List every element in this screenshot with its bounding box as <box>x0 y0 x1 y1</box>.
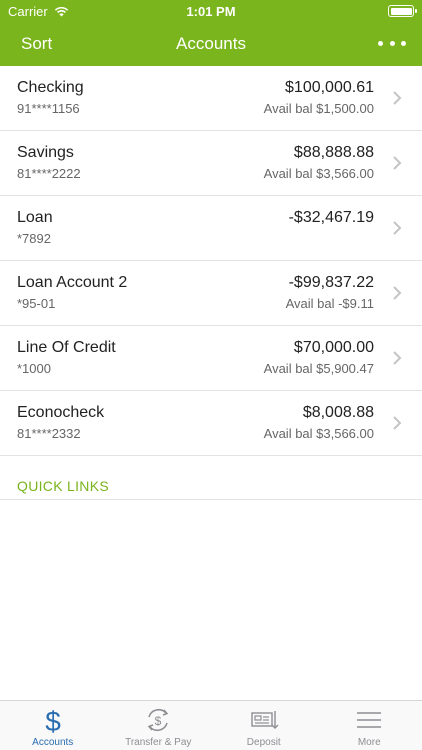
more-options-icon[interactable] <box>378 32 406 54</box>
available-balance: Avail bal $1,500.00 <box>263 101 374 116</box>
transfer-pay-icon: $ <box>147 709 169 731</box>
account-row-savings[interactable]: Savings 81****2222 $88,888.88 Avail bal … <box>0 131 422 196</box>
account-balance: $100,000.61 <box>285 79 374 96</box>
tab-label: Accounts <box>32 737 74 748</box>
account-name: Loan Account 2 <box>17 274 128 291</box>
tab-bar: $ Accounts $ Transfer & Pay Deposit More <box>0 700 422 750</box>
chevron-right-icon <box>393 286 402 300</box>
account-number: 81****2332 <box>17 426 81 441</box>
account-name: Loan <box>17 209 53 226</box>
available-balance: Avail bal $3,566.00 <box>263 426 374 441</box>
chevron-right-icon <box>393 416 402 430</box>
tab-label: More <box>357 737 381 748</box>
tab-accounts[interactable]: $ Accounts <box>0 701 106 750</box>
chevron-right-icon <box>393 91 402 105</box>
header: Carrier 1:01 PM Sort Accounts <box>0 0 422 66</box>
battery-icon <box>388 5 417 17</box>
account-row-loan-account-2[interactable]: Loan Account 2 *95-01 -$99,837.22 Avail … <box>0 261 422 326</box>
tab-label: Transfer & Pay <box>125 737 192 748</box>
status-time: 1:01 PM <box>186 4 236 19</box>
menu-icon <box>357 712 382 728</box>
chevron-right-icon <box>393 351 402 365</box>
account-balance: $8,008.88 <box>302 404 374 421</box>
accounts-list: Checking 91****1156 $100,000.61 Avail ba… <box>0 66 422 456</box>
account-row-econocheck[interactable]: Econocheck 81****2332 $8,008.88 Avail ba… <box>0 391 422 456</box>
tab-more[interactable]: More <box>317 701 422 750</box>
account-name: Checking <box>17 79 84 96</box>
account-row-checking[interactable]: Checking 91****1156 $100,000.61 Avail ba… <box>0 66 422 131</box>
chevron-right-icon <box>393 221 402 235</box>
account-number: 81****2222 <box>17 166 81 181</box>
account-balance: $70,000.00 <box>293 339 374 356</box>
account-balance: -$32,467.19 <box>288 209 374 226</box>
available-balance: Avail bal $3,566.00 <box>263 166 374 181</box>
dollar-icon: $ <box>45 706 61 734</box>
account-number: *1000 <box>17 361 51 376</box>
account-row-line-of-credit[interactable]: Line Of Credit *1000 $70,000.00 Avail ba… <box>0 326 422 391</box>
tab-transfer-pay[interactable]: $ Transfer & Pay <box>106 701 212 750</box>
chevron-right-icon <box>393 156 402 170</box>
nav-bar: Sort Accounts <box>0 22 422 66</box>
svg-text:$: $ <box>45 706 61 734</box>
quick-links-heading: QUICK LINKS <box>17 478 109 494</box>
account-number: *7892 <box>17 231 51 246</box>
account-name: Savings <box>17 144 74 161</box>
account-row-loan[interactable]: Loan *7892 -$32,467.19 <box>0 196 422 261</box>
tab-label: Deposit <box>246 737 281 748</box>
check-deposit-icon <box>251 711 279 729</box>
account-name: Line Of Credit <box>17 339 116 356</box>
page-title: Accounts <box>176 34 246 53</box>
account-balance: $88,888.88 <box>293 144 374 161</box>
account-number: *95-01 <box>17 296 56 311</box>
status-bar: Carrier 1:01 PM <box>0 0 422 22</box>
account-name: Econocheck <box>17 404 105 421</box>
quick-links-section: QUICK LINKS <box>0 456 422 500</box>
available-balance: Avail bal $5,900.47 <box>263 361 374 376</box>
account-balance: -$99,837.22 <box>288 274 374 291</box>
account-number: 91****1156 <box>17 101 80 116</box>
svg-text:$: $ <box>155 714 162 728</box>
available-balance: Avail bal -$9.11 <box>285 296 374 311</box>
tab-deposit[interactable]: Deposit <box>211 701 317 750</box>
